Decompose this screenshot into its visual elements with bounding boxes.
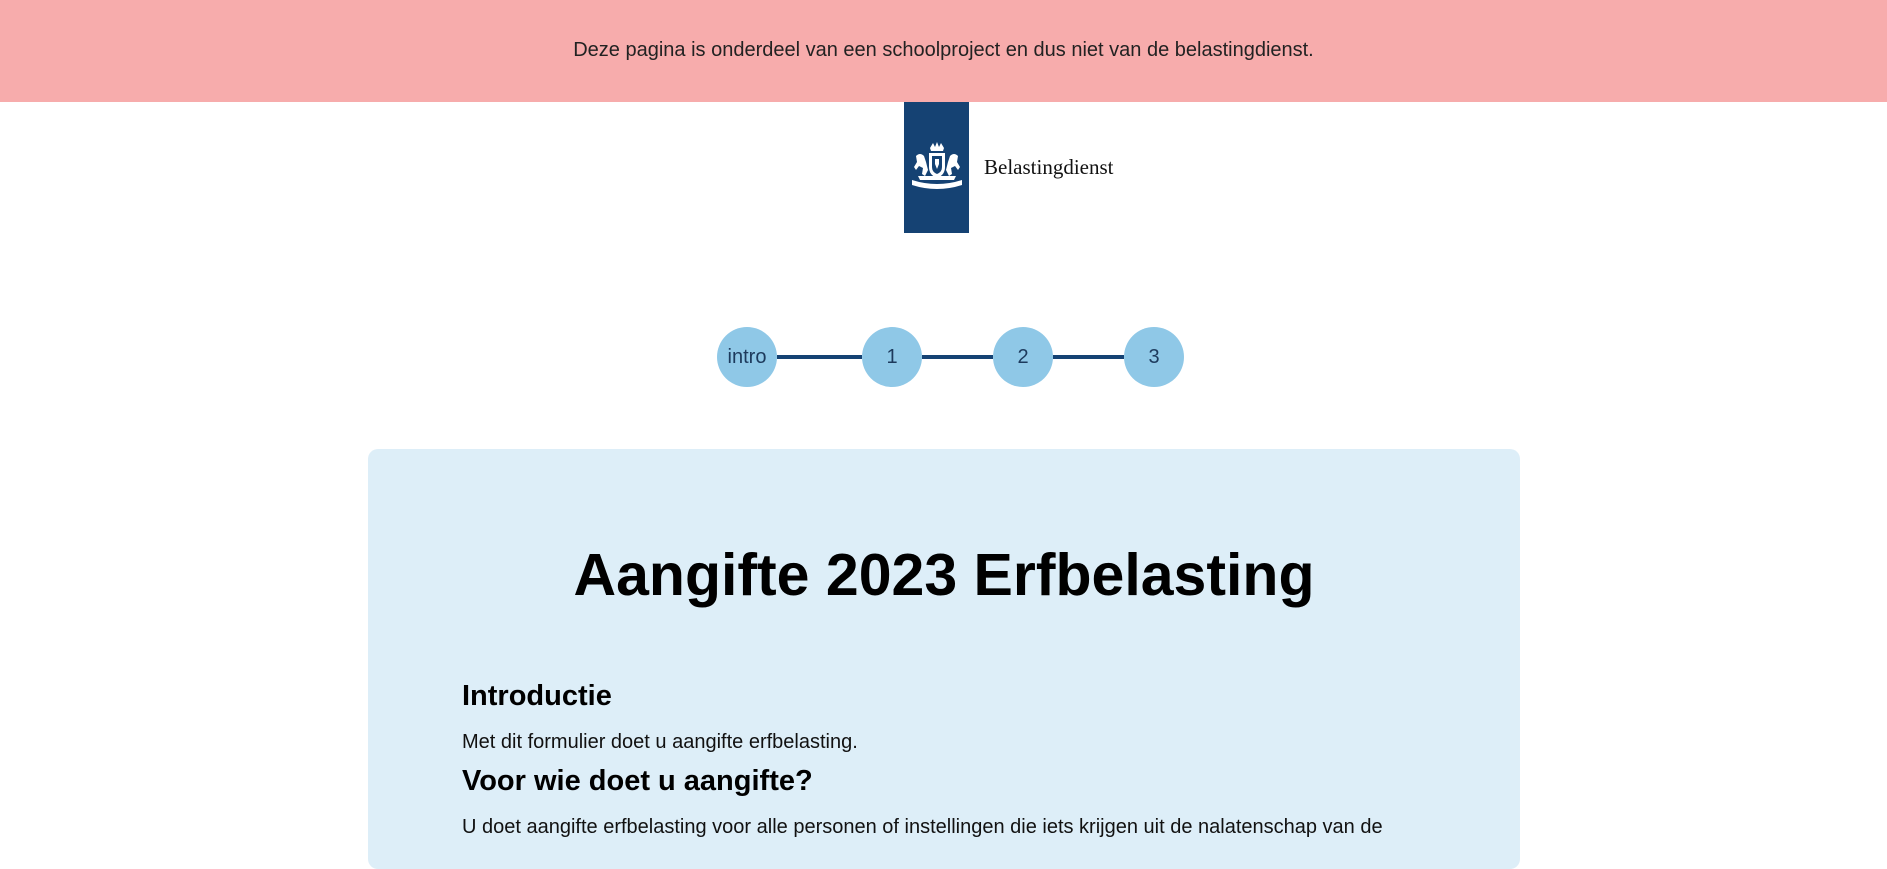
step-label: 3 xyxy=(1148,345,1160,368)
section-heading-introductie: Introductie xyxy=(462,680,612,712)
page-title: Aangifte 2023 Erfbelasting xyxy=(573,542,1315,608)
disclaimer-text: Deze pagina is onderdeel van een schoolp… xyxy=(573,38,1314,61)
step-connector xyxy=(1053,355,1124,359)
disclaimer-banner: Deze pagina is onderdeel van een schoolp… xyxy=(0,0,1887,102)
logo-text: Belastingdienst xyxy=(984,155,1114,179)
step-2[interactable]: 2 xyxy=(993,327,1053,387)
logo-block xyxy=(904,102,969,233)
progress-stepper: intro 1 2 3 xyxy=(717,327,1184,387)
royal-coat-of-arms-icon xyxy=(911,141,962,189)
content-card: Aangifte 2023 Erfbelasting Introductie M… xyxy=(368,449,1520,869)
step-connector xyxy=(777,355,862,359)
step-label: intro xyxy=(727,345,767,368)
step-connector xyxy=(922,355,993,359)
step-label: 2 xyxy=(1017,345,1029,368)
site-logo[interactable]: Belastingdienst xyxy=(904,102,1114,233)
step-1[interactable]: 1 xyxy=(862,327,922,387)
section-heading-voor-wie: Voor wie doet u aangifte? xyxy=(462,765,813,797)
section-body-introductie: Met dit formulier doet u aangifte erfbel… xyxy=(462,731,858,753)
step-3[interactable]: 3 xyxy=(1124,327,1184,387)
step-intro[interactable]: intro xyxy=(717,327,777,387)
step-label: 1 xyxy=(886,345,898,368)
section-body-voor-wie: U doet aangifte erfbelasting voor alle p… xyxy=(462,816,1383,838)
